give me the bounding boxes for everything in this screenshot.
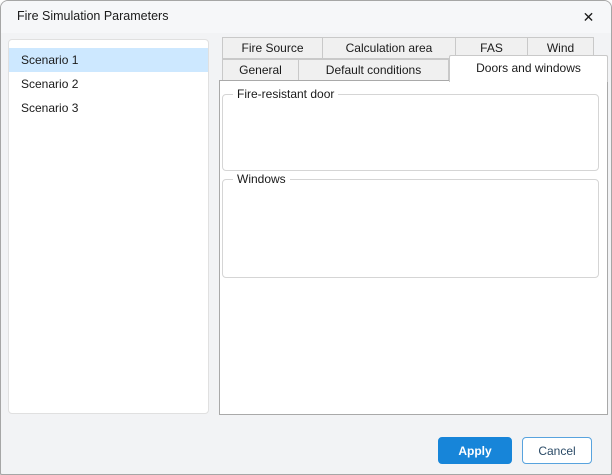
tab-general[interactable]: General <box>222 59 299 81</box>
fire-simulation-parameters-dialog: Fire Simulation Parameters ✕ Scenario 1 … <box>0 0 612 475</box>
apply-button[interactable]: Apply <box>438 437 512 464</box>
tab-calculation-area[interactable]: Calculation area <box>322 37 456 59</box>
title-bar: Fire Simulation Parameters ✕ <box>1 1 611 33</box>
windows-group: Windows <box>222 179 599 278</box>
tab-fire-source[interactable]: Fire Source <box>222 37 323 59</box>
tab-default-conditions[interactable]: Default conditions <box>298 59 449 81</box>
scenario-listbox: Scenario 1 Scenario 2 Scenario 3 <box>8 39 209 414</box>
list-item-scenario-1[interactable]: Scenario 1 <box>9 48 208 72</box>
close-icon[interactable]: ✕ <box>566 1 611 33</box>
windows-group-title: Windows <box>233 172 290 186</box>
list-item-scenario-3[interactable]: Scenario 3 <box>9 96 208 120</box>
fire-resistant-door-group-title: Fire-resistant door <box>233 87 338 101</box>
list-item-scenario-2[interactable]: Scenario 2 <box>9 72 208 96</box>
window-title: Fire Simulation Parameters <box>17 9 168 23</box>
tab-doors-and-windows[interactable]: Doors and windows <box>449 55 608 82</box>
fire-resistant-door-group: Fire-resistant door <box>222 94 599 171</box>
cancel-button[interactable]: Cancel <box>522 437 592 464</box>
